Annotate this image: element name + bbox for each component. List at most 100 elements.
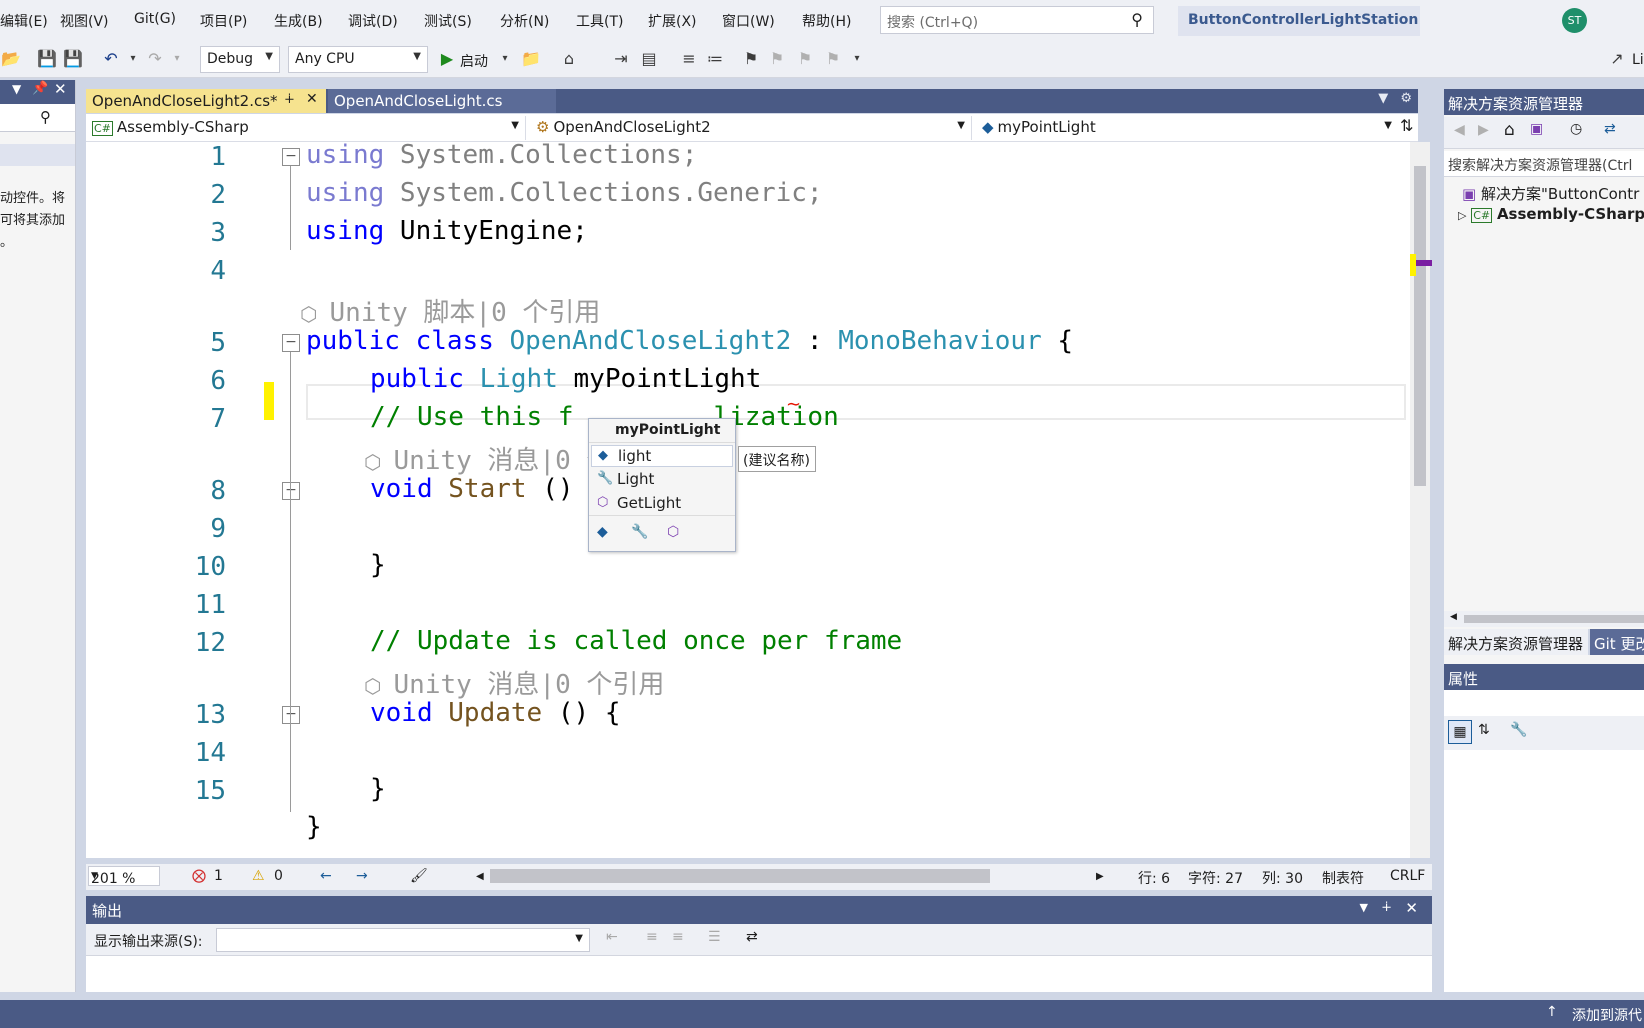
- arrow-left-icon[interactable]: ←: [320, 868, 332, 884]
- field-filter-icon[interactable]: ◆: [597, 524, 608, 540]
- error-count[interactable]: 1: [214, 868, 223, 884]
- bookmark-icon[interactable]: ⚑: [740, 47, 762, 71]
- tab-solution-explorer[interactable]: 解决方案资源管理器: [1444, 629, 1588, 655]
- categorized-icon[interactable]: ▦: [1448, 720, 1472, 744]
- bookmark-clear-icon[interactable]: ⚑: [822, 47, 844, 71]
- column-indicator[interactable]: 列: 30: [1262, 868, 1303, 888]
- step-icon[interactable]: ⇥: [610, 47, 632, 71]
- open-folder-icon[interactable]: 📂: [0, 47, 22, 71]
- platform-select[interactable]: Any CPU ▼: [288, 46, 428, 73]
- tree-item-project[interactable]: ▷ C# Assembly-CSharp: [1458, 205, 1644, 223]
- menu-edit[interactable]: 编辑(E): [0, 11, 48, 31]
- menu-debug[interactable]: 调试(D): [348, 11, 398, 31]
- eol-indicator[interactable]: CRLF: [1390, 868, 1425, 884]
- code-editor[interactable]: 1 2 3 4 5 6 7 8 9 10 11 12 13 14 15 − − …: [86, 142, 1418, 858]
- char-indicator[interactable]: 字符: 27: [1188, 868, 1243, 888]
- menu-analyze[interactable]: 分析(N): [500, 11, 549, 31]
- home-icon[interactable]: ⌂: [1504, 120, 1515, 140]
- menu-extensions[interactable]: 扩展(X): [648, 11, 697, 31]
- save-all-icon[interactable]: 💾: [62, 47, 84, 71]
- split-icon[interactable]: ⇅: [1400, 116, 1413, 135]
- redo-dropdown-icon[interactable]: ▾: [166, 47, 188, 71]
- redo-icon[interactable]: ↷: [144, 47, 166, 71]
- vertical-scrollbar-thumb[interactable]: [1414, 166, 1426, 486]
- horizontal-scrollbar-thumb[interactable]: [1464, 615, 1644, 623]
- scroll-right-icon[interactable]: ▶: [1096, 871, 1104, 882]
- scroll-left-icon[interactable]: ◀: [476, 871, 484, 882]
- bookmark-prev-icon[interactable]: ⚑: [766, 47, 788, 71]
- gear-icon[interactable]: ⚙: [1400, 91, 1412, 106]
- live-share-label[interactable]: Li: [1632, 52, 1644, 68]
- toolbox-group[interactable]: [0, 144, 75, 166]
- error-icon[interactable]: ⨂: [192, 868, 206, 884]
- properties-object-select[interactable]: [1444, 690, 1644, 716]
- wrench-filter-icon[interactable]: 🔧: [631, 524, 648, 540]
- wrench-icon[interactable]: 🔧: [1510, 722, 1527, 738]
- history-icon[interactable]: ◷: [1570, 121, 1582, 137]
- forward-icon[interactable]: ▶: [1478, 122, 1489, 138]
- avatar[interactable]: ST: [1562, 8, 1587, 33]
- menu-help[interactable]: 帮助(H): [802, 11, 851, 31]
- member-select[interactable]: ◆ myPointLight ▼: [976, 116, 1398, 140]
- pin-icon[interactable]: ∔: [1381, 900, 1392, 915]
- tree-item-solution[interactable]: ▣ 解决方案"ButtonContr: [1462, 183, 1639, 204]
- output-source-select[interactable]: ▼: [216, 928, 590, 952]
- menu-git[interactable]: Git(G): [134, 11, 176, 27]
- warning-count[interactable]: 0: [274, 868, 283, 884]
- clear-all-icon[interactable]: ☰: [708, 929, 721, 945]
- warning-icon[interactable]: ⚠: [252, 868, 265, 884]
- start-button[interactable]: 启动: [460, 51, 488, 71]
- sync-icon[interactable]: ⇄: [1604, 121, 1616, 137]
- tab-git-changes[interactable]: Git 更改: [1590, 629, 1644, 655]
- goto-icon[interactable]: ⇤: [606, 929, 618, 945]
- close-icon[interactable]: ✕: [1405, 899, 1418, 917]
- zoom-select[interactable]: 201 % ▼: [88, 866, 160, 887]
- horizontal-scrollbar-thumb[interactable]: [490, 869, 990, 883]
- collapse-icon[interactable]: −: [282, 334, 300, 352]
- indent-icon[interactable]: ≡: [678, 47, 700, 71]
- prev-message-icon[interactable]: ≡: [646, 929, 658, 945]
- chevron-down-icon[interactable]: ▼: [1360, 901, 1368, 914]
- tab-openandcloselight[interactable]: OpenAndCloseLight.cs: [328, 89, 556, 113]
- arrow-right-icon[interactable]: →: [356, 868, 368, 884]
- layout-icon[interactable]: ▤: [638, 47, 660, 71]
- tab-openandcloselight2[interactable]: OpenAndCloseLight2.cs* ∔ ✕: [86, 89, 326, 113]
- add-to-source-control[interactable]: 添加到源代: [1572, 1005, 1642, 1025]
- menu-project[interactable]: 项目(P): [200, 11, 247, 31]
- brush-icon[interactable]: 🖌: [410, 868, 428, 884]
- cube-filter-icon[interactable]: ⬡: [667, 524, 679, 540]
- comment-icon[interactable]: ≔: [704, 47, 726, 71]
- word-wrap-icon[interactable]: ⇄: [746, 929, 758, 945]
- menu-window[interactable]: 窗口(W): [722, 11, 775, 31]
- toolbar-overflow-icon[interactable]: ▾: [846, 47, 868, 71]
- chevron-down-icon[interactable]: ▼: [12, 82, 21, 96]
- search-input[interactable]: 搜索 (Ctrl+Q) ⚲: [880, 6, 1154, 34]
- scroll-left-icon[interactable]: ◀: [1450, 612, 1457, 622]
- alphabetical-icon[interactable]: ⇅: [1478, 722, 1490, 738]
- undo-dropdown-icon[interactable]: ▾: [122, 47, 144, 71]
- menu-view[interactable]: 视图(V): [60, 11, 109, 31]
- chevron-down-icon[interactable]: ▼: [1378, 91, 1388, 106]
- undo-icon[interactable]: ↶: [100, 47, 122, 71]
- completion-item[interactable]: ⬡ GetLight: [591, 493, 733, 515]
- start-dropdown-icon[interactable]: ▾: [494, 47, 516, 71]
- switch-views-icon[interactable]: ▣: [1530, 121, 1543, 137]
- expand-icon[interactable]: ▷: [1458, 209, 1466, 222]
- save-icon[interactable]: 💾: [36, 47, 58, 71]
- codelens-update[interactable]: ⬡ Unity 消息|0 个引用: [364, 664, 664, 701]
- play-icon[interactable]: ▶: [436, 47, 458, 71]
- collapse-icon[interactable]: −: [282, 482, 300, 500]
- configuration-select[interactable]: Debug ▼: [200, 46, 280, 73]
- type-select[interactable]: ⚙ OpenAndCloseLight2 ▼: [530, 116, 972, 140]
- project-select[interactable]: C# Assembly-CSharp ▼: [86, 116, 526, 140]
- toolbox-search-input[interactable]: ⚲: [0, 104, 75, 132]
- collapse-icon[interactable]: −: [282, 148, 300, 166]
- back-icon[interactable]: ◀: [1454, 122, 1465, 138]
- bookmark-next-icon[interactable]: ⚑: [794, 47, 816, 71]
- pin-icon[interactable]: 📌: [32, 81, 48, 96]
- completion-item[interactable]: 🔧 Light: [591, 469, 733, 491]
- home-icon[interactable]: ⌂: [558, 47, 580, 71]
- menu-test[interactable]: 测试(S): [424, 11, 472, 31]
- line-indicator[interactable]: 行: 6: [1138, 868, 1170, 888]
- horizontal-scrollbar[interactable]: ◀: [1444, 611, 1644, 627]
